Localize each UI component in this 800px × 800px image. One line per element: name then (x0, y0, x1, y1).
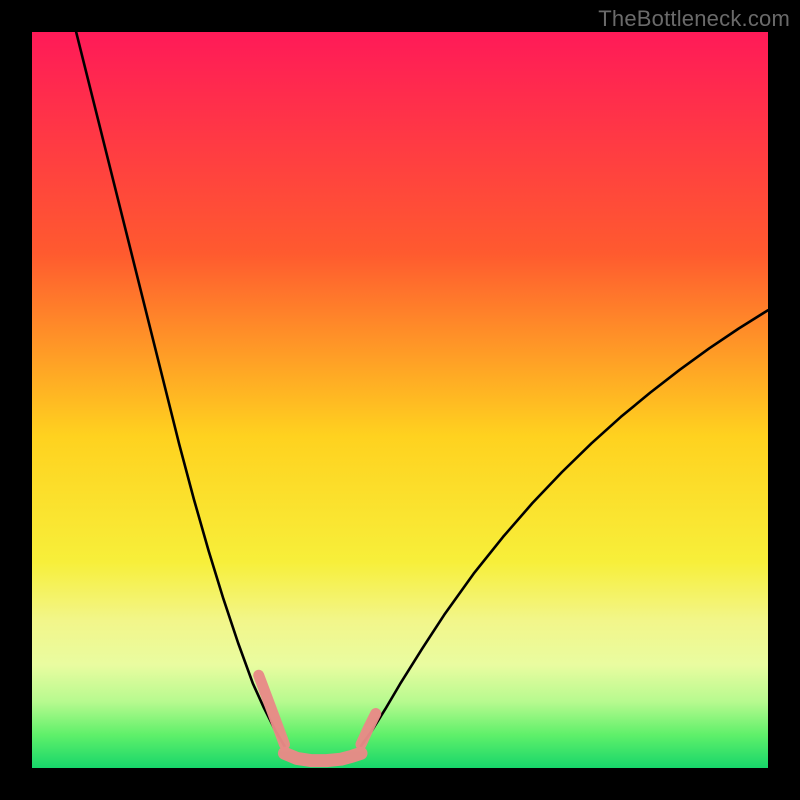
marker-trough-floor (284, 753, 361, 760)
gradient-background (32, 32, 768, 768)
chart-frame: TheBottleneck.com (0, 0, 800, 800)
chart-plot (32, 32, 768, 768)
watermark-label: TheBottleneck.com (598, 6, 790, 32)
chart-svg (32, 32, 768, 768)
